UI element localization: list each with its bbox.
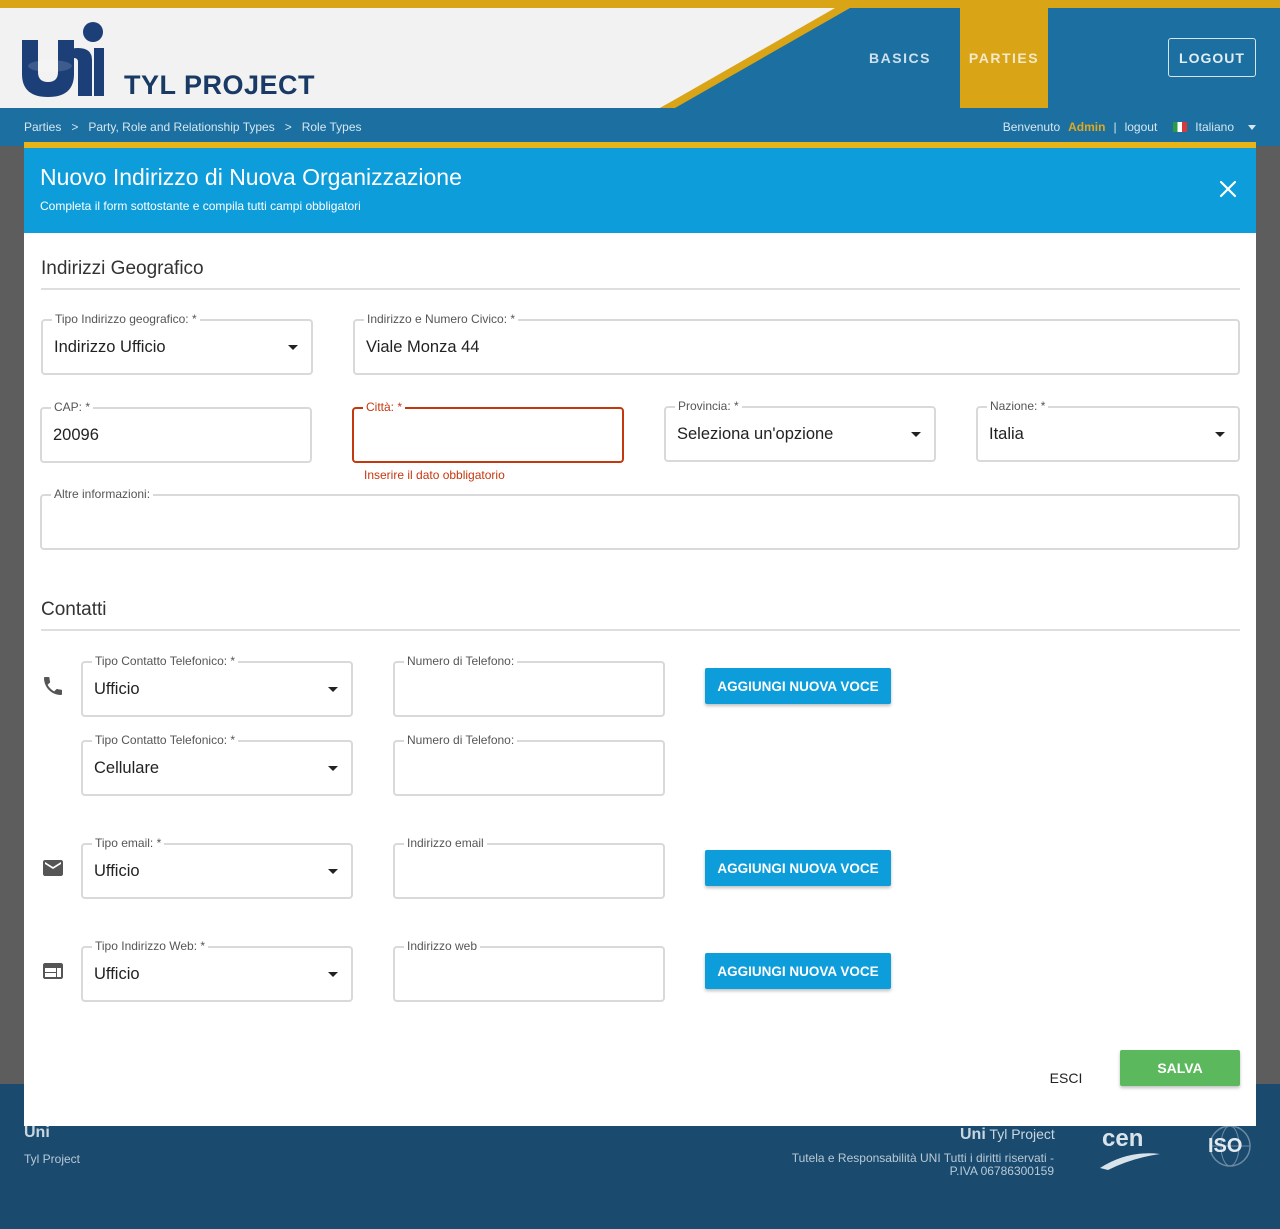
footer-right-title: Uni Tyl Project [960, 1126, 1055, 1143]
dropdown-arrow-icon [328, 869, 338, 874]
phone-number-input-1[interactable]: Numero di Telefono: [393, 654, 665, 717]
phone-type-select-2[interactable]: Tipo Contatto Telefonico: * Cellulare [81, 733, 353, 796]
close-icon[interactable] [1217, 178, 1239, 200]
email-address-input[interactable]: Indirizzo email [393, 836, 665, 899]
add-phone-button[interactable]: AGGIUNGI NUOVA VOCE [705, 668, 891, 704]
section-title-contatti: Contatti [41, 599, 107, 620]
svg-text:ISO: ISO [1208, 1135, 1242, 1157]
chevron-down-icon[interactable] [1248, 124, 1256, 130]
footer-copyright: Tutela e Responsabilità UNI Tutti i diri… [791, 1151, 1054, 1178]
breadcrumb-item-role-types[interactable]: Role Types [302, 120, 362, 134]
provincia-select[interactable]: Provincia: * Seleziona un'opzione [664, 399, 936, 462]
iso-logo: ISO [1208, 1125, 1251, 1167]
svg-text:cen: cen [1102, 1125, 1143, 1152]
section-title-geo: Indirizzi Geografico [41, 258, 204, 279]
add-email-button[interactable]: AGGIUNGI NUOVA VOCE [705, 850, 891, 886]
dialog-title: Nuovo Indirizzo di Nuova Organizzazione [40, 164, 462, 190]
brand-title: TYL PROJECT [124, 70, 316, 100]
dropdown-arrow-icon [1215, 432, 1225, 437]
app-header: TYL PROJECT BASICS PARTIES LOGOUT [0, 8, 1280, 108]
altre-informazioni-input[interactable]: Altre informazioni: [40, 487, 1240, 550]
dropdown-arrow-icon [288, 345, 298, 350]
indirizzo-input[interactable]: Indirizzo e Numero Civico: * Viale Monza… [353, 312, 1240, 375]
phone-type-select-1[interactable]: Tipo Contatto Telefonico: * Ufficio [81, 654, 353, 717]
phone-icon [44, 677, 62, 695]
dropdown-arrow-icon [911, 432, 921, 437]
breadcrumb-separator: > [71, 120, 79, 134]
cen-logo: cen [1100, 1125, 1160, 1170]
dropdown-arrow-icon [328, 972, 338, 977]
user-bar: Benvenuto Admin | logout Italiano [1003, 120, 1256, 134]
footer-subtitle: Tyl Project [24, 1152, 81, 1166]
save-button[interactable]: SALVA [1120, 1050, 1240, 1086]
nav-basics[interactable]: BASICS [860, 8, 940, 108]
dropdown-arrow-icon [328, 687, 338, 692]
dropdown-arrow-icon [328, 766, 338, 771]
cancel-button[interactable]: ESCI [1034, 1060, 1098, 1096]
welcome-text: Benvenuto [1002, 120, 1061, 134]
uni-logo [22, 22, 104, 97]
new-address-dialog: Nuovo Indirizzo di Nuova Organizzazione … [24, 142, 1256, 1126]
cap-input[interactable]: CAP: * 20096 [40, 400, 312, 463]
dialog-header: Nuovo Indirizzo di Nuova Organizzazione … [24, 148, 1256, 233]
tipo-indirizzo-select[interactable]: Tipo Indirizzo geografico: * Indirizzo U… [41, 312, 313, 375]
logout-link[interactable]: logout [1125, 120, 1158, 134]
breadcrumb-item-parties[interactable]: Parties [24, 120, 61, 134]
mail-icon [43, 860, 63, 876]
web-icon [43, 963, 63, 979]
breadcrumb-separator: > [284, 120, 292, 134]
web-type-select[interactable]: Tipo Indirizzo Web: * Ufficio [81, 939, 353, 1002]
top-accent-line [0, 0, 1280, 8]
breadcrumb: Parties > Party, Role and Relationship T… [24, 120, 362, 134]
breadcrumb-item-types[interactable]: Party, Role and Relationship Types [88, 120, 274, 134]
web-address-input[interactable]: Indirizzo web [393, 939, 665, 1002]
add-web-button[interactable]: AGGIUNGI NUOVA VOCE [705, 953, 891, 989]
citta-input[interactable]: Città: * [352, 400, 624, 463]
nav-parties[interactable]: PARTIES [960, 8, 1048, 108]
footer-title: Uni [24, 1124, 50, 1141]
breadcrumb-bar: Parties > Party, Role and Relationship T… [0, 108, 1280, 146]
citta-error-message: Inserire il dato obbligatorio [364, 468, 505, 482]
userbar-divider: | [1113, 120, 1117, 134]
dialog-subtitle: Completa il form sottostante e compila t… [40, 199, 361, 213]
email-type-select[interactable]: Tipo email: * Ufficio [81, 836, 353, 899]
nazione-select[interactable]: Nazione: * Italia [976, 399, 1240, 462]
phone-number-input-2[interactable]: Numero di Telefono: [393, 733, 665, 796]
logout-button[interactable]: LOGOUT [1168, 38, 1256, 77]
language-selector[interactable]: Italiano [1195, 120, 1234, 134]
user-name: Admin [1068, 120, 1106, 134]
italy-flag-icon [1173, 122, 1188, 132]
